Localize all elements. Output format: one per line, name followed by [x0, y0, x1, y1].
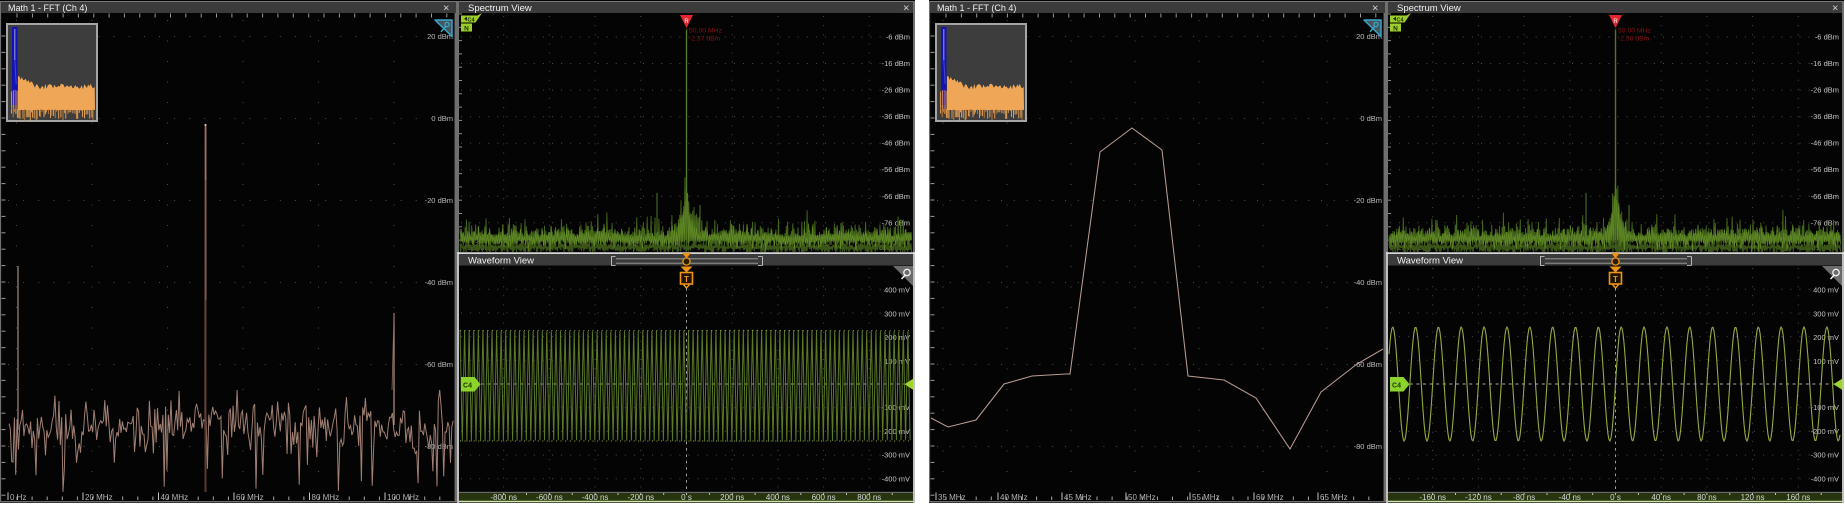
svg-text:-46 dBm: -46 dBm: [882, 139, 910, 148]
svg-text:-200 ns: -200 ns: [627, 493, 654, 502]
svg-text:-200 mV: -200 mV: [1811, 427, 1839, 436]
svg-text:0 s: 0 s: [681, 493, 692, 502]
svg-text:-400 mV: -400 mV: [882, 474, 910, 483]
svg-text:C4: C4: [468, 17, 476, 23]
svg-text:0 s: 0 s: [1610, 493, 1621, 502]
svg-text:40 MHz: 40 MHz: [161, 493, 189, 502]
svg-text:80 MHz: 80 MHz: [312, 493, 340, 502]
svg-text:55 MHz: 55 MHz: [1192, 493, 1220, 502]
svg-text:600 ns: 600 ns: [812, 493, 836, 502]
svg-text:-46 dBm: -46 dBm: [1811, 139, 1839, 148]
svg-text:-60 dBm: -60 dBm: [425, 360, 453, 369]
svg-text:120 ns: 120 ns: [1741, 493, 1765, 502]
svg-text:200 ns: 200 ns: [720, 493, 744, 502]
svg-text:T: T: [1613, 275, 1618, 284]
svg-text:200 mV: 200 mV: [1813, 333, 1839, 342]
svg-text:200 mV: 200 mV: [884, 333, 910, 342]
svg-text:20 MHz: 20 MHz: [85, 493, 113, 502]
svg-text:35 MHz: 35 MHz: [938, 493, 966, 502]
svg-text:×: ×: [903, 3, 909, 15]
svg-text:-36 dBm: -36 dBm: [1811, 112, 1839, 121]
svg-text:-6 dBm: -6 dBm: [886, 33, 910, 42]
svg-text:×: ×: [1832, 3, 1838, 15]
svg-text:-16 dBm: -16 dBm: [882, 59, 910, 68]
svg-text:-400 ns: -400 ns: [582, 493, 609, 502]
svg-text:×: ×: [443, 3, 449, 15]
svg-text:Spectrum View: Spectrum View: [1397, 3, 1461, 14]
svg-text:-2.38 dBm: -2.38 dBm: [1618, 36, 1650, 43]
svg-text:800 ns: 800 ns: [857, 493, 881, 502]
svg-text:-80 dBm: -80 dBm: [1354, 442, 1382, 451]
svg-text:40 MHz: 40 MHz: [1000, 493, 1028, 502]
svg-text:-16 dBm: -16 dBm: [1811, 59, 1839, 68]
svg-text:0 dBm: 0 dBm: [1360, 114, 1382, 123]
svg-text:400 mV: 400 mV: [884, 286, 910, 295]
svg-text:-60 dBm: -60 dBm: [1354, 360, 1382, 369]
svg-text:-26 dBm: -26 dBm: [1811, 86, 1839, 95]
svg-text:50.00 MHz: 50.00 MHz: [689, 28, 722, 35]
svg-text:40 ns: 40 ns: [1651, 493, 1671, 502]
svg-text:×: ×: [1372, 3, 1378, 15]
svg-text:45 MHz: 45 MHz: [1064, 493, 1092, 502]
svg-text:-26 dBm: -26 dBm: [882, 86, 910, 95]
svg-text:-80 ns: -80 ns: [1513, 493, 1535, 502]
svg-text:Waveform View: Waveform View: [1397, 256, 1463, 267]
svg-text:-6 dBm: -6 dBm: [1815, 33, 1839, 42]
svg-text:Spectrum View: Spectrum View: [468, 3, 532, 14]
svg-text:-40 dBm: -40 dBm: [425, 278, 453, 287]
svg-text:100 mV: 100 mV: [1813, 357, 1839, 366]
svg-text:50 MHz: 50 MHz: [1128, 493, 1156, 502]
svg-text:0 dBm: 0 dBm: [431, 114, 453, 123]
svg-text:Math 1 - FFT (Ch 4): Math 1 - FFT (Ch 4): [937, 3, 1016, 13]
svg-text:300 mV: 300 mV: [1813, 309, 1839, 318]
svg-text:60 MHz: 60 MHz: [236, 493, 264, 502]
svg-text:-300 mV: -300 mV: [1811, 451, 1839, 460]
svg-text:400 ns: 400 ns: [766, 493, 790, 502]
svg-text:-76 dBm: -76 dBm: [1811, 218, 1839, 227]
svg-text:-400 mV: -400 mV: [1811, 474, 1839, 483]
svg-text:-56 dBm: -56 dBm: [882, 165, 910, 174]
svg-text:N: N: [1393, 26, 1398, 33]
svg-text:-600 ns: -600 ns: [536, 493, 563, 502]
svg-text:-66 dBm: -66 dBm: [1811, 192, 1839, 201]
svg-text:-20 dBm: -20 dBm: [1354, 196, 1382, 205]
svg-text:Waveform View: Waveform View: [468, 256, 534, 267]
svg-text:-40 dBm: -40 dBm: [1354, 278, 1382, 287]
svg-text:R: R: [1613, 19, 1618, 25]
svg-text:-36 dBm: -36 dBm: [882, 112, 910, 121]
svg-text:C4: C4: [1397, 17, 1405, 23]
svg-text:-76 dBm: -76 dBm: [882, 218, 910, 227]
svg-text:100 MHz: 100 MHz: [387, 493, 419, 502]
svg-text:-2.37 dBm: -2.37 dBm: [689, 36, 721, 43]
svg-text:N: N: [464, 26, 469, 33]
svg-text:-300 mV: -300 mV: [882, 451, 910, 460]
svg-text:Math 1 - FFT (Ch 4): Math 1 - FFT (Ch 4): [8, 3, 87, 13]
svg-text:-66 dBm: -66 dBm: [882, 192, 910, 201]
svg-text:-56 dBm: -56 dBm: [1811, 165, 1839, 174]
svg-text:50.00 MHz: 50.00 MHz: [1618, 28, 1651, 35]
svg-text:-40 ns: -40 ns: [1559, 493, 1581, 502]
svg-text:300 mV: 300 mV: [884, 309, 910, 318]
svg-text:100 mV: 100 mV: [884, 357, 910, 366]
svg-text:65 MHz: 65 MHz: [1320, 493, 1348, 502]
svg-text:T: T: [684, 275, 689, 284]
svg-text:-20 dBm: -20 dBm: [425, 196, 453, 205]
svg-text:C4: C4: [1392, 383, 1401, 390]
svg-text:0 Hz: 0 Hz: [10, 493, 26, 502]
svg-text:-160 ns: -160 ns: [1419, 493, 1446, 502]
svg-text:-120 ns: -120 ns: [1465, 493, 1492, 502]
svg-text:-800 ns: -800 ns: [490, 493, 517, 502]
svg-text:60 MHz: 60 MHz: [1256, 493, 1284, 502]
svg-text:C4: C4: [463, 383, 472, 390]
svg-text:160 ns: 160 ns: [1786, 493, 1810, 502]
svg-text:80 ns: 80 ns: [1697, 493, 1717, 502]
svg-text:400 mV: 400 mV: [1813, 286, 1839, 295]
svg-text:R: R: [684, 19, 689, 25]
